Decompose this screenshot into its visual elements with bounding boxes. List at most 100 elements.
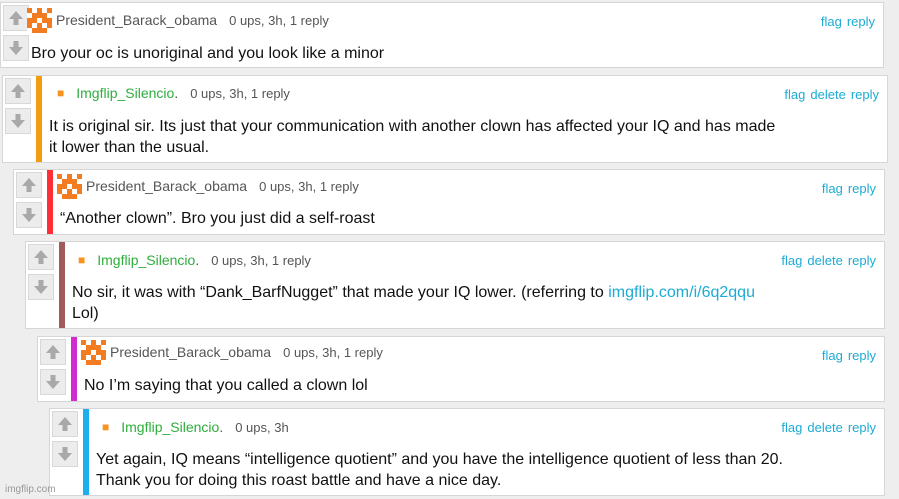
comment-actions: flag delete reply (781, 253, 876, 268)
delete-link[interactable]: delete (810, 87, 845, 102)
delete-link[interactable]: delete (807, 420, 842, 435)
comment-text-segment: No sir, it was with “Dank_BarfNugget” th… (72, 284, 609, 301)
thread-accent-bar (71, 337, 77, 401)
comment-text: “Another clown”. Bro you just did a self… (60, 210, 375, 227)
vote-column (26, 242, 56, 328)
comment-text: It is original sir. Its just that your c… (49, 116, 775, 158)
arrow-up-icon (11, 84, 25, 98)
bullet-icon: ■ (102, 420, 110, 434)
arrow-up-icon (34, 250, 48, 264)
comment-header: ■ Imgflip_Silencio. 0 ups, 3h (96, 416, 289, 438)
arrow-down-icon (46, 375, 60, 389)
username-link[interactable]: President_Barack_obama (86, 178, 247, 194)
username-link[interactable]: President_Barack_obama (110, 344, 271, 360)
comment-text: No I’m saying that you called a clown lo… (84, 377, 368, 394)
imgflip-watermark: imgflip.com (5, 484, 56, 495)
comment-meta: 0 ups, 3h, 1 reply (229, 12, 329, 28)
user-avatar[interactable] (27, 7, 52, 33)
reply-link[interactable]: reply (848, 420, 876, 435)
comment-text-line: Lol) (72, 305, 99, 322)
comment-actions: flag reply (821, 14, 875, 29)
user-avatar[interactable] (81, 339, 106, 365)
downvote-button[interactable] (52, 441, 78, 467)
username-suffix: . (219, 419, 224, 435)
vote-column (38, 337, 68, 401)
bullet-icon: ■ (78, 253, 86, 267)
comment-text-line: No sir, it was with “Dank_BarfNugget” th… (72, 282, 755, 303)
vote-column (3, 76, 33, 162)
reply-link[interactable]: reply (848, 181, 876, 196)
username-link[interactable]: Imgflip_Silencio (76, 85, 174, 101)
flag-link[interactable]: flag (821, 14, 842, 29)
username-suffix: . (195, 252, 200, 268)
arrow-up-icon (58, 417, 72, 431)
reply-link[interactable]: reply (848, 348, 876, 363)
arrow-up-icon (46, 345, 60, 359)
username-link[interactable]: President_Barack_obama (56, 12, 217, 28)
thread-accent-bar (83, 409, 89, 495)
bullet-icon: ■ (57, 86, 65, 100)
comment-2: ■ Imgflip_Silencio. 0 ups, 3h, 1 reply f… (2, 75, 888, 163)
comment-3: President_Barack_obama 0 ups, 3h, 1 repl… (13, 169, 885, 235)
comment-actions: flag reply (822, 181, 876, 196)
delete-link[interactable]: delete (807, 253, 842, 268)
arrow-down-icon (34, 280, 48, 294)
flag-link[interactable]: flag (781, 420, 802, 435)
arrow-down-icon (11, 114, 25, 128)
downvote-button[interactable] (3, 35, 29, 61)
thread-accent-bar (36, 76, 42, 162)
comment-text-line: Thank you for doing this roast battle an… (96, 472, 502, 489)
vote-column (14, 170, 44, 234)
arrow-up-icon (22, 178, 36, 192)
thread-accent-bar (59, 242, 65, 328)
reply-link[interactable]: reply (847, 14, 875, 29)
upvote-button[interactable] (3, 5, 29, 31)
arrow-down-icon (58, 447, 72, 461)
downvote-button[interactable] (28, 274, 54, 300)
username-link[interactable]: Imgflip_Silencio (121, 419, 219, 435)
downvote-button[interactable] (16, 202, 42, 228)
upvote-button[interactable] (40, 339, 66, 365)
upvote-button[interactable] (16, 172, 42, 198)
comment-meta: 0 ups, 3h, 1 reply (190, 85, 290, 101)
comment-text: Bro your oc is unoriginal and you look l… (31, 45, 385, 62)
comment-text: Yet again, IQ means “intelligence quotie… (96, 449, 783, 491)
thread-accent-bar (47, 170, 53, 234)
comment-1: President_Barack_obama 0 ups, 3h, 1 repl… (0, 2, 884, 68)
flag-link[interactable]: flag (822, 348, 843, 363)
downvote-button[interactable] (40, 369, 66, 395)
meme-link[interactable]: imgflip.com/i/6q2qqu (608, 284, 755, 301)
comment-actions: flag delete reply (781, 420, 876, 435)
comment-6: ■ Imgflip_Silencio. 0 ups, 3h flag delet… (49, 408, 885, 496)
comment-actions: flag delete reply (784, 87, 879, 102)
comment-header: ■ Imgflip_Silencio. 0 ups, 3h, 1 reply (72, 249, 311, 271)
comment-text-line: It is original sir. Its just that your c… (49, 118, 776, 135)
comment-text: No sir, it was with “Dank_BarfNugget” th… (72, 282, 755, 324)
comment-meta: 0 ups, 3h (235, 419, 289, 435)
flag-link[interactable]: flag (784, 87, 805, 102)
flag-link[interactable]: flag (822, 181, 843, 196)
comment-header: President_Barack_obama 0 ups, 3h, 1 repl… (27, 7, 329, 33)
vote-column (50, 409, 80, 495)
comment-5: President_Barack_obama 0 ups, 3h, 1 repl… (37, 336, 885, 402)
comment-meta: 0 ups, 3h, 1 reply (283, 344, 383, 360)
reply-link[interactable]: reply (851, 87, 879, 102)
comment-actions: flag reply (822, 348, 876, 363)
arrow-up-icon (9, 11, 23, 25)
upvote-button[interactable] (28, 244, 54, 270)
comment-meta: 0 ups, 3h, 1 reply (259, 178, 359, 194)
arrow-down-icon (9, 41, 23, 55)
reply-link[interactable]: reply (848, 253, 876, 268)
user-avatar[interactable] (57, 173, 82, 199)
username-link[interactable]: Imgflip_Silencio (97, 252, 195, 268)
comment-text-line: Yet again, IQ means “intelligence quotie… (96, 451, 783, 468)
comment-4: ■ Imgflip_Silencio. 0 ups, 3h, 1 reply f… (25, 241, 885, 329)
upvote-button[interactable] (52, 411, 78, 437)
upvote-button[interactable] (5, 78, 31, 104)
comment-header: President_Barack_obama 0 ups, 3h, 1 repl… (57, 173, 359, 199)
downvote-button[interactable] (5, 108, 31, 134)
comment-text-line: it lower than the usual. (49, 139, 210, 156)
arrow-down-icon (22, 208, 36, 222)
comment-meta: 0 ups, 3h, 1 reply (211, 252, 311, 268)
flag-link[interactable]: flag (781, 253, 802, 268)
